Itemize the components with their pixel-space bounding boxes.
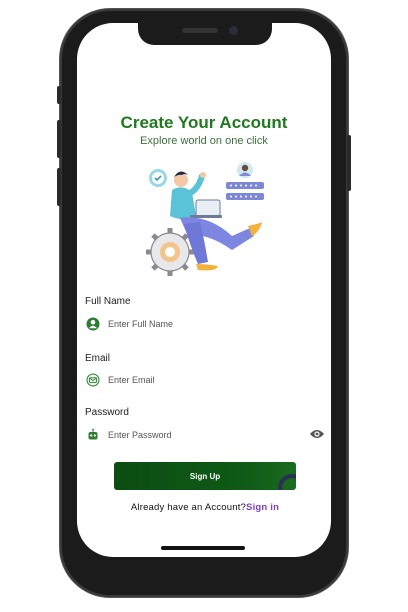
full-name-label: Full Name	[85, 296, 131, 307]
signin-link[interactable]: Sign in	[246, 502, 279, 513]
volume-up-button	[57, 120, 61, 158]
power-button	[347, 135, 351, 191]
password-field[interactable]	[86, 425, 326, 445]
robot-icon	[88, 428, 98, 440]
signup-button-label: Sign Up	[189, 471, 221, 481]
password-input[interactable]	[108, 430, 298, 440]
page-title: Create Your Account	[120, 113, 288, 132]
user-icon	[86, 317, 100, 331]
home-indicator	[161, 546, 245, 550]
speaker	[182, 28, 218, 33]
front-camera	[229, 26, 238, 35]
signin-row: Already have an Account?Sign in	[90, 502, 320, 513]
signin-prompt: Already have an Account?	[130, 502, 247, 513]
email-field[interactable]	[86, 370, 326, 390]
signup-illustration	[146, 162, 264, 276]
signup-button[interactable]: Sign Up	[114, 462, 296, 490]
password-label: Password	[85, 407, 129, 418]
email-label: Email	[85, 353, 111, 364]
volume-down-button	[57, 168, 61, 206]
page-subtitle: Explore world on one click	[140, 135, 268, 147]
mute-switch	[57, 86, 61, 104]
eye-icon[interactable]	[309, 428, 325, 440]
full-name-field[interactable]	[86, 314, 326, 334]
email-input[interactable]	[108, 375, 298, 385]
full-name-input[interactable]	[108, 319, 298, 329]
email-icon	[86, 373, 100, 387]
button-decoration	[278, 474, 296, 490]
